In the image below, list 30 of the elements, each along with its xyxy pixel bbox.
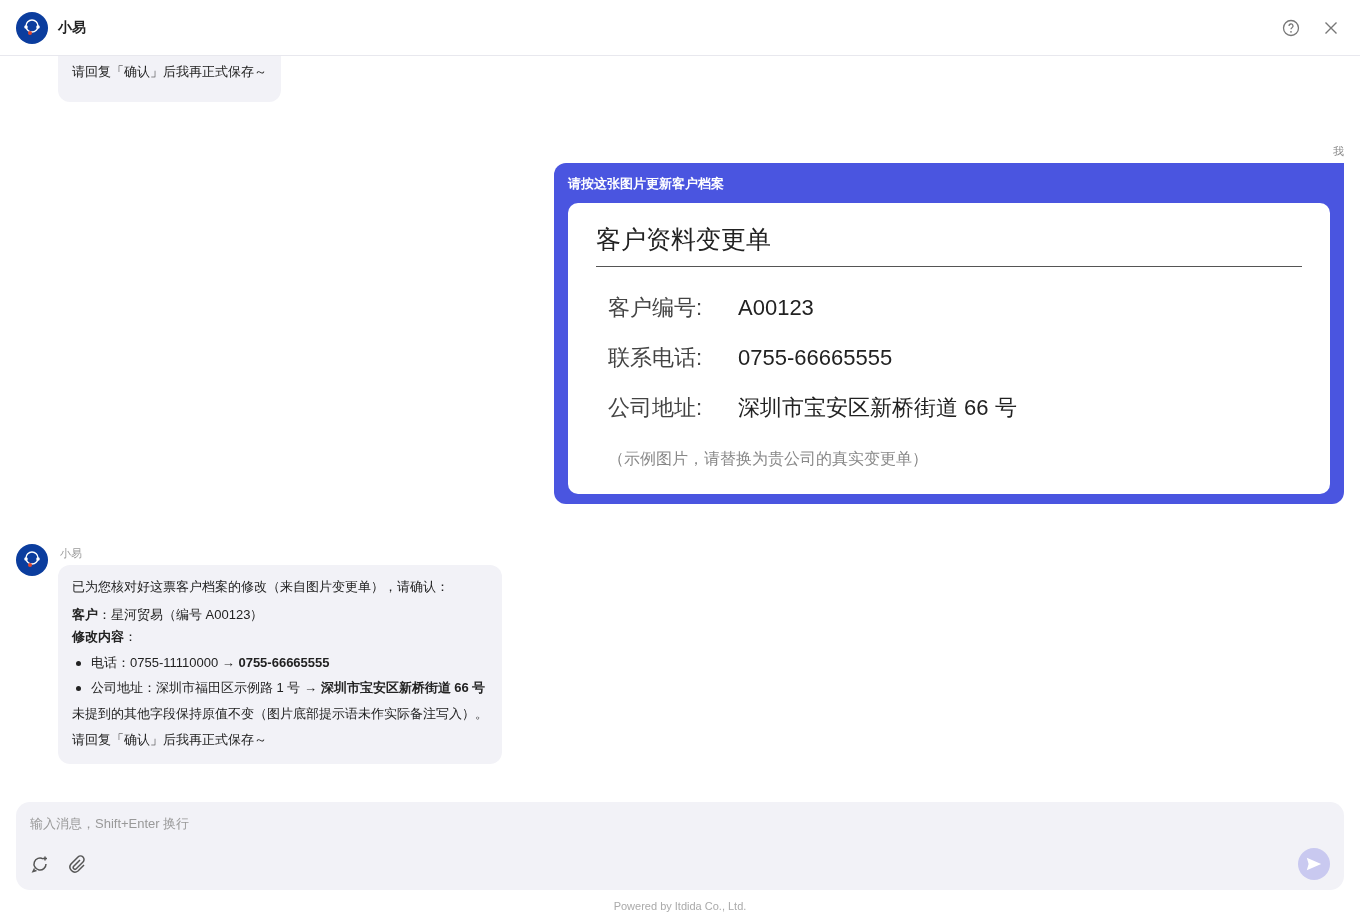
field-value: A00123 (738, 295, 814, 321)
attachment-icon[interactable] (66, 854, 86, 874)
field-label: 联系电话: (608, 344, 704, 372)
send-icon (1305, 855, 1323, 873)
message-text: 修改内容： (72, 628, 138, 646)
field-label: 公司地址: (608, 394, 704, 422)
document-note: （示例图片，请替换为贵公司的真实变更单） (608, 449, 929, 469)
message-text: 请按这张图片更新客户档案 (568, 175, 725, 193)
chat-title: 小易 (58, 18, 86, 37)
footer-text: Powered by Itdida Co., Ltd. (613, 900, 747, 912)
field-label: 客户编号: (608, 294, 704, 322)
new-chat-icon[interactable] (30, 854, 50, 874)
message-text: 客户：星河贸易（编号 A00123） (72, 606, 265, 624)
help-icon[interactable] (1282, 18, 1300, 37)
message-input[interactable]: 输入消息，Shift+Enter 换行 (30, 814, 1330, 833)
sender-name: 小易 (60, 546, 82, 561)
document-title: 客户资料变更单 (596, 224, 772, 255)
message-text: 请回复「确认」后我再正式保存～ (72, 63, 267, 81)
message-text: 公司地址：深圳市福田区示例路 1 号 → 深圳市宝安区新桥街道 66 号 (91, 679, 486, 697)
bullet-icon (76, 685, 81, 691)
field-value: 深圳市宝安区新桥街道 66 号 (738, 394, 1017, 422)
avatar-icon (16, 11, 48, 44)
message-text: 未提到的其他字段保持原值不变（图片底部提示语未作实际备注写入）。 (72, 705, 488, 723)
field-value: 0755-66665555 (738, 345, 893, 371)
message-text: 电话：0755-11110000 → 0755-66665555 (91, 654, 330, 672)
message-text: 已为您核对好这票客户档案的修改（来自图片变更单），请确认： (72, 578, 450, 596)
avatar-icon (16, 544, 48, 576)
message-text: 请回复「确认」后我再正式保存～ (72, 731, 268, 749)
bullet-icon (76, 660, 81, 666)
sender-name: 我 (1333, 144, 1344, 159)
